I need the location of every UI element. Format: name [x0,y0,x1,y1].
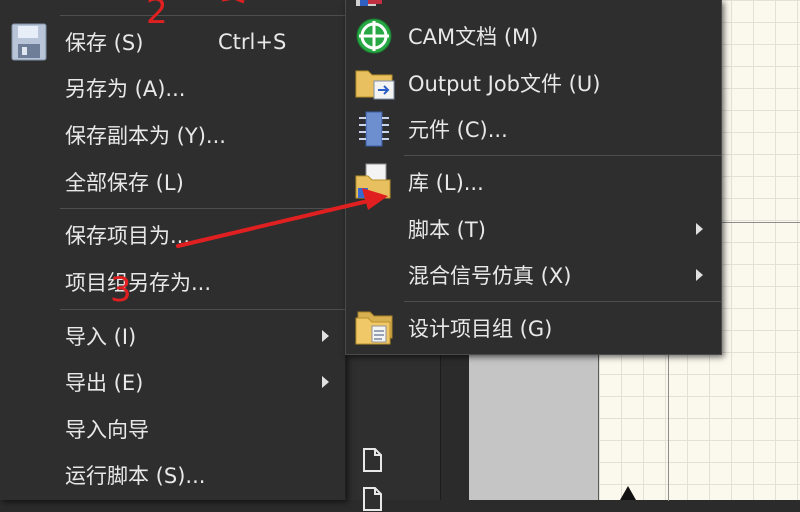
project-group-folder-icon [355,311,393,345]
menu-item-library[interactable]: 库 (L)... [346,160,721,204]
menu-item-label: 脚本 (T) [408,218,486,242]
new-submenu: CAM文档 (M) Output Job文件 (U) 元件 (C)... 库 (… [345,0,722,355]
component-chip-icon [359,111,389,147]
submenu-arrow-icon [696,269,703,281]
menu-item-label: 保存 (S) [65,31,144,55]
menu-item-label: 导入向导 [65,418,149,442]
menu-item-save-all[interactable]: 全部保存 (L) [0,160,345,204]
menu-item-label: 运行脚本 (S)... [65,464,206,488]
menu-item-save-project-as[interactable]: 保存项目为... [0,213,345,257]
menu-item-label: 库 (L)... [408,171,484,195]
panel-scrollbar[interactable] [440,355,469,500]
menu-item-label: 项目组另存为... [65,271,212,295]
menu-separator [60,15,345,16]
cam-crosshair-icon [356,18,392,54]
pointer-cursor-icon [620,486,636,500]
menu-item-export[interactable]: 导出 (E) [0,360,345,404]
menu-item-import-wizard[interactable]: 导入向导 [0,407,345,451]
menu-separator [60,309,345,310]
file-menu: 保存 (S) Ctrl+S 另存为 (A)... 保存副本为 (Y)... 全部… [0,0,346,500]
menu-item-label: 设计项目组 (G) [408,317,553,341]
menu-separator [404,301,721,302]
menu-item-design-project-group[interactable]: 设计项目组 (G) [346,306,721,350]
menu-item-label: 混合信号仿真 (X) [408,264,572,288]
menu-separator [60,208,345,209]
menu-item-label: 元件 (C)... [408,118,508,142]
menu-item-save[interactable]: 保存 (S) Ctrl+S [0,20,345,64]
output-job-folder-icon [355,70,395,100]
library-folder-icon [355,163,391,199]
menu-item-cam-document[interactable]: CAM文档 (M) [346,14,721,58]
document-icon [356,0,382,6]
menu-item-save-project-group-as[interactable]: 项目组另存为... [0,260,345,304]
menu-separator [404,155,721,156]
menu-item-run-script[interactable]: 运行脚本 (S)... [0,453,345,497]
menu-item-label: 导入 (I) [65,325,137,349]
shortcut-label: Ctrl+S [218,30,287,54]
submenu-arrow-icon [696,223,703,235]
projects-panel [345,355,440,500]
menu-item-save-copy-as[interactable]: 保存副本为 (Y)... [0,113,345,157]
submenu-arrow-icon [322,376,329,388]
menu-item-label: CAM文档 (M) [408,25,539,49]
submenu-arrow-icon [322,330,329,342]
menu-item-component[interactable]: 元件 (C)... [346,107,721,151]
menu-item-import[interactable]: 导入 (I) [0,314,345,358]
menu-item-output-job[interactable]: Output Job文件 (U) [346,61,721,105]
menu-item-script[interactable]: 脚本 (T) [346,207,721,251]
menu-item-label: Output Job文件 (U) [408,72,601,96]
document-icon[interactable] [360,486,384,512]
annotation-step-3: 3 [110,270,132,310]
menu-item-label: 保存项目为... [65,224,191,248]
menu-item-mixed-signal-simulation[interactable]: 混合信号仿真 (X) [346,253,721,297]
menu-item-label: 全部保存 (L) [65,171,184,195]
menu-item-save-as[interactable]: 另存为 (A)... [0,66,345,110]
floppy-disk-icon [11,23,47,61]
menu-item-label: 导出 (E) [65,371,144,395]
menu-item-label: 保存副本为 (Y)... [65,124,226,148]
document-icon[interactable] [360,447,384,473]
annotation-step-2: 2 [146,0,168,32]
menu-item-label: 另存为 (A)... [65,77,186,101]
